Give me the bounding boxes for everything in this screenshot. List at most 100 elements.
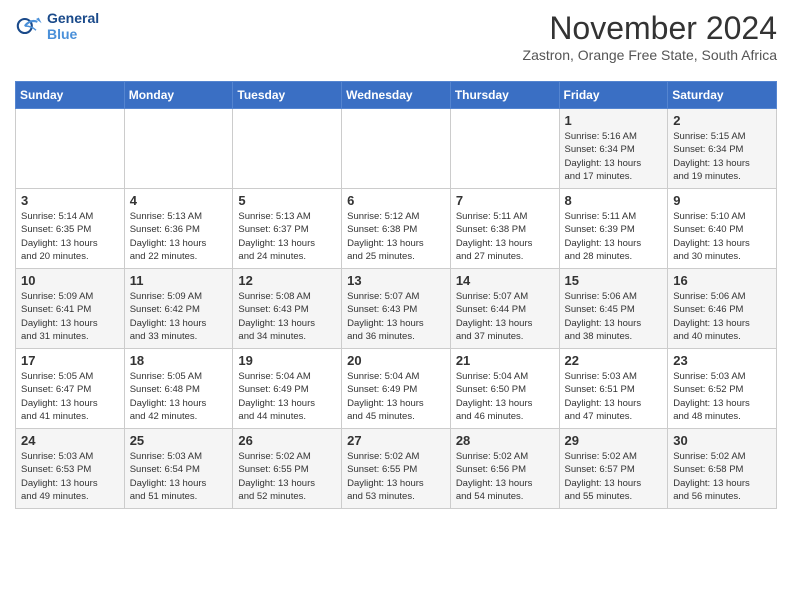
calendar-cell: 24 Sunrise: 5:03 AM Sunset: 6:53 PM Dayli… xyxy=(16,429,125,509)
day-info: Sunrise: 5:02 AM Sunset: 6:55 PM Dayligh… xyxy=(238,450,336,503)
day-info: Sunrise: 5:03 AM Sunset: 6:52 PM Dayligh… xyxy=(673,370,771,423)
calendar-table: SundayMondayTuesdayWednesdayThursdayFrid… xyxy=(15,81,777,509)
calendar-cell: 18 Sunrise: 5:05 AM Sunset: 6:48 PM Dayli… xyxy=(124,349,233,429)
day-info: Sunrise: 5:07 AM Sunset: 6:43 PM Dayligh… xyxy=(347,290,445,343)
day-number: 9 xyxy=(673,193,771,208)
day-info: Sunrise: 5:03 AM Sunset: 6:53 PM Dayligh… xyxy=(21,450,119,503)
day-number: 19 xyxy=(238,353,336,368)
day-info: Sunrise: 5:04 AM Sunset: 6:49 PM Dayligh… xyxy=(347,370,445,423)
calendar-cell: 26 Sunrise: 5:02 AM Sunset: 6:55 PM Dayli… xyxy=(233,429,342,509)
day-info: Sunrise: 5:02 AM Sunset: 6:56 PM Dayligh… xyxy=(456,450,554,503)
day-number: 5 xyxy=(238,193,336,208)
day-number: 6 xyxy=(347,193,445,208)
day-info: Sunrise: 5:03 AM Sunset: 6:54 PM Dayligh… xyxy=(130,450,228,503)
day-info: Sunrise: 5:10 AM Sunset: 6:40 PM Dayligh… xyxy=(673,210,771,263)
logo-line1: General xyxy=(47,10,99,26)
calendar-cell: 30 Sunrise: 5:02 AM Sunset: 6:58 PM Dayli… xyxy=(668,429,777,509)
day-info: Sunrise: 5:08 AM Sunset: 6:43 PM Dayligh… xyxy=(238,290,336,343)
day-number: 1 xyxy=(565,113,663,128)
day-number: 16 xyxy=(673,273,771,288)
day-info: Sunrise: 5:02 AM Sunset: 6:58 PM Dayligh… xyxy=(673,450,771,503)
day-info: Sunrise: 5:11 AM Sunset: 6:38 PM Dayligh… xyxy=(456,210,554,263)
day-number: 4 xyxy=(130,193,228,208)
day-info: Sunrise: 5:09 AM Sunset: 6:41 PM Dayligh… xyxy=(21,290,119,343)
day-number: 7 xyxy=(456,193,554,208)
weekday-header-thursday: Thursday xyxy=(450,82,559,109)
day-info: Sunrise: 5:09 AM Sunset: 6:42 PM Dayligh… xyxy=(130,290,228,343)
day-info: Sunrise: 5:13 AM Sunset: 6:36 PM Dayligh… xyxy=(130,210,228,263)
page-container: General Blue November 2024 Zastron, Oran… xyxy=(0,0,792,524)
calendar-cell: 3Sunrise: 5:14 AM Sunset: 6:35 PM Daylig… xyxy=(16,189,125,269)
calendar-cell: 4 Sunrise: 5:13 AM Sunset: 6:36 PM Daylig… xyxy=(124,189,233,269)
weekday-header-sunday: Sunday xyxy=(16,82,125,109)
day-number: 8 xyxy=(565,193,663,208)
logo-icon xyxy=(15,12,43,40)
day-number: 30 xyxy=(673,433,771,448)
day-number: 20 xyxy=(347,353,445,368)
logo: General Blue xyxy=(15,10,99,42)
day-info: Sunrise: 5:05 AM Sunset: 6:48 PM Dayligh… xyxy=(130,370,228,423)
location: Zastron, Orange Free State, South Africa xyxy=(523,47,777,63)
day-number: 2 xyxy=(673,113,771,128)
calendar-cell: 22 Sunrise: 5:03 AM Sunset: 6:51 PM Dayli… xyxy=(559,349,668,429)
day-info: Sunrise: 5:11 AM Sunset: 6:39 PM Dayligh… xyxy=(565,210,663,263)
day-number: 26 xyxy=(238,433,336,448)
calendar-cell: 20 Sunrise: 5:04 AM Sunset: 6:49 PM Dayli… xyxy=(342,349,451,429)
calendar-week-1: 1 Sunrise: 5:16 AM Sunset: 6:34 PM Daylig… xyxy=(16,109,777,189)
calendar-cell: 29Sunrise: 5:02 AM Sunset: 6:57 PM Dayli… xyxy=(559,429,668,509)
day-info: Sunrise: 5:04 AM Sunset: 6:50 PM Dayligh… xyxy=(456,370,554,423)
calendar-cell: 21 Sunrise: 5:04 AM Sunset: 6:50 PM Dayli… xyxy=(450,349,559,429)
calendar-week-5: 24 Sunrise: 5:03 AM Sunset: 6:53 PM Dayli… xyxy=(16,429,777,509)
calendar-cell: 13Sunrise: 5:07 AM Sunset: 6:43 PM Dayli… xyxy=(342,269,451,349)
calendar-week-2: 3Sunrise: 5:14 AM Sunset: 6:35 PM Daylig… xyxy=(16,189,777,269)
day-number: 24 xyxy=(21,433,119,448)
day-number: 10 xyxy=(21,273,119,288)
day-info: Sunrise: 5:14 AM Sunset: 6:35 PM Dayligh… xyxy=(21,210,119,263)
day-info: Sunrise: 5:06 AM Sunset: 6:46 PM Dayligh… xyxy=(673,290,771,343)
day-number: 21 xyxy=(456,353,554,368)
calendar-cell: 1 Sunrise: 5:16 AM Sunset: 6:34 PM Daylig… xyxy=(559,109,668,189)
calendar-cell: 11 Sunrise: 5:09 AM Sunset: 6:42 PM Dayli… xyxy=(124,269,233,349)
calendar-cell: 14 Sunrise: 5:07 AM Sunset: 6:44 PM Dayli… xyxy=(450,269,559,349)
weekday-header-wednesday: Wednesday xyxy=(342,82,451,109)
logo-line2: Blue xyxy=(47,26,99,42)
day-number: 22 xyxy=(565,353,663,368)
header-row: SundayMondayTuesdayWednesdayThursdayFrid… xyxy=(16,82,777,109)
day-info: Sunrise: 5:02 AM Sunset: 6:55 PM Dayligh… xyxy=(347,450,445,503)
calendar-cell xyxy=(233,109,342,189)
day-number: 25 xyxy=(130,433,228,448)
day-number: 15 xyxy=(565,273,663,288)
calendar-cell: 17 Sunrise: 5:05 AM Sunset: 6:47 PM Dayli… xyxy=(16,349,125,429)
weekday-header-tuesday: Tuesday xyxy=(233,82,342,109)
weekday-header-saturday: Saturday xyxy=(668,82,777,109)
calendar-cell: 6 Sunrise: 5:12 AM Sunset: 6:38 PM Daylig… xyxy=(342,189,451,269)
day-number: 17 xyxy=(21,353,119,368)
day-info: Sunrise: 5:02 AM Sunset: 6:57 PM Dayligh… xyxy=(565,450,663,503)
day-number: 28 xyxy=(456,433,554,448)
day-info: Sunrise: 5:13 AM Sunset: 6:37 PM Dayligh… xyxy=(238,210,336,263)
day-info: Sunrise: 5:12 AM Sunset: 6:38 PM Dayligh… xyxy=(347,210,445,263)
calendar-week-3: 10 Sunrise: 5:09 AM Sunset: 6:41 PM Dayli… xyxy=(16,269,777,349)
day-number: 18 xyxy=(130,353,228,368)
day-number: 11 xyxy=(130,273,228,288)
calendar-cell: 9 Sunrise: 5:10 AM Sunset: 6:40 PM Daylig… xyxy=(668,189,777,269)
calendar-cell: 15Sunrise: 5:06 AM Sunset: 6:45 PM Dayli… xyxy=(559,269,668,349)
day-info: Sunrise: 5:15 AM Sunset: 6:34 PM Dayligh… xyxy=(673,130,771,183)
day-number: 23 xyxy=(673,353,771,368)
calendar-cell xyxy=(450,109,559,189)
calendar-cell: 27Sunrise: 5:02 AM Sunset: 6:55 PM Dayli… xyxy=(342,429,451,509)
calendar-cell: 12 Sunrise: 5:08 AM Sunset: 6:43 PM Dayli… xyxy=(233,269,342,349)
day-info: Sunrise: 5:05 AM Sunset: 6:47 PM Dayligh… xyxy=(21,370,119,423)
day-number: 14 xyxy=(456,273,554,288)
calendar-cell: 2 Sunrise: 5:15 AM Sunset: 6:34 PM Daylig… xyxy=(668,109,777,189)
month-title: November 2024 xyxy=(523,10,777,47)
day-info: Sunrise: 5:07 AM Sunset: 6:44 PM Dayligh… xyxy=(456,290,554,343)
weekday-header-friday: Friday xyxy=(559,82,668,109)
calendar-cell: 5 Sunrise: 5:13 AM Sunset: 6:37 PM Daylig… xyxy=(233,189,342,269)
day-info: Sunrise: 5:03 AM Sunset: 6:51 PM Dayligh… xyxy=(565,370,663,423)
title-section: November 2024 Zastron, Orange Free State… xyxy=(523,10,777,71)
day-info: Sunrise: 5:16 AM Sunset: 6:34 PM Dayligh… xyxy=(565,130,663,183)
calendar-cell: 10 Sunrise: 5:09 AM Sunset: 6:41 PM Dayli… xyxy=(16,269,125,349)
day-number: 12 xyxy=(238,273,336,288)
calendar-cell: 28 Sunrise: 5:02 AM Sunset: 6:56 PM Dayli… xyxy=(450,429,559,509)
